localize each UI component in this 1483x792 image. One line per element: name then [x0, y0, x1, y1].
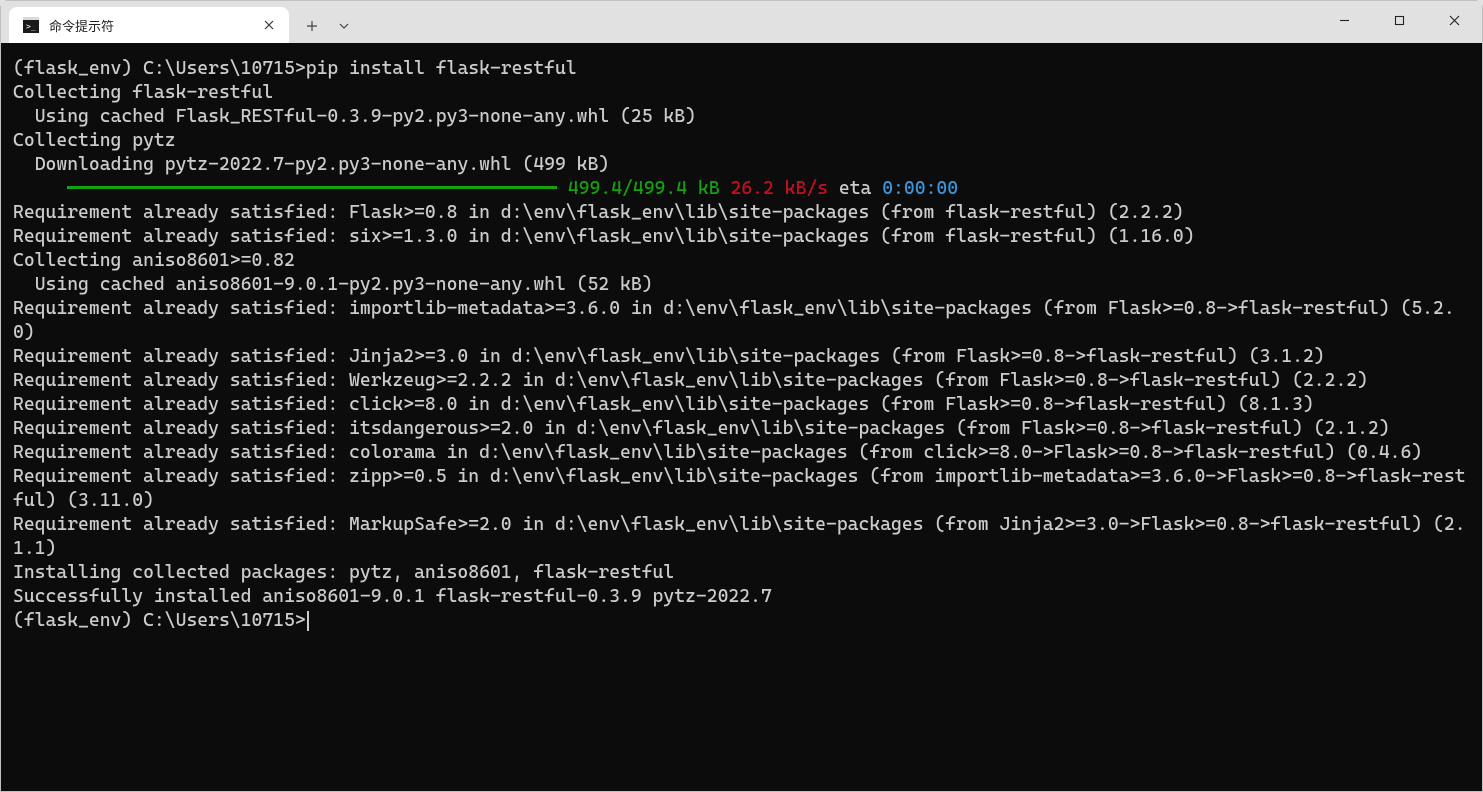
minimize-button[interactable]	[1317, 1, 1372, 39]
window-controls	[1317, 1, 1482, 43]
output-line: Requirement already satisfied: colorama …	[13, 441, 1472, 465]
title-bar[interactable]: >_ 命令提示符	[1, 1, 1482, 43]
app-window: >_ 命令提示符 (flask_env) C:\Users\10715>pip	[0, 0, 1483, 792]
output-line: Requirement already satisfied: importlib…	[13, 297, 1472, 345]
output-line: Using cached Flask_RESTful-0.3.9-py2.py3…	[13, 105, 1472, 129]
output-line: Collecting flask-restful	[13, 81, 1472, 105]
progress-eta-label: eta	[828, 178, 882, 199]
output-line: Installing collected packages: pytz, ani…	[13, 561, 1472, 585]
output-line: Requirement already satisfied: Werkzeug>…	[13, 369, 1472, 393]
terminal-body[interactable]: (flask_env) C:\Users\10715>pip install f…	[1, 43, 1482, 791]
output-line: Requirement already satisfied: Flask>=0.…	[13, 201, 1472, 225]
svg-text:>_: >_	[26, 22, 36, 31]
tab-close-button[interactable]	[261, 17, 277, 33]
prompt-prefix: (flask_env) C:\Users\10715>	[13, 610, 306, 631]
close-window-button[interactable]	[1427, 1, 1482, 39]
progress-bar-line: 499.4/499.4 kB 26.2 kB/s eta 0:00:00	[13, 177, 1472, 201]
output-line: Requirement already satisfied: six>=1.3.…	[13, 225, 1472, 249]
progress-size: 499.4/499.4 kB	[557, 178, 720, 199]
output-line: Requirement already satisfied: MarkupSaf…	[13, 513, 1472, 561]
prompt-command: pip install flask-restful	[306, 58, 577, 79]
tab-title: 命令提示符	[49, 16, 114, 35]
output-line: Successfully installed aniso8601-9.0.1 f…	[13, 585, 1472, 609]
prompt-line: (flask_env) C:\Users\10715>	[13, 609, 1472, 633]
prompt-line: (flask_env) C:\Users\10715>pip install f…	[13, 57, 1472, 81]
cursor-icon	[307, 611, 309, 631]
output-line: Requirement already satisfied: zipp>=0.5…	[13, 465, 1472, 513]
progress-bar-fill	[67, 186, 557, 189]
progress-eta-value: 0:00:00	[882, 178, 958, 199]
output-line: Requirement already satisfied: Jinja2>=3…	[13, 345, 1472, 369]
tab-active[interactable]: >_ 命令提示符	[9, 7, 289, 43]
cmd-icon: >_	[23, 17, 39, 33]
output-line: Requirement already satisfied: itsdanger…	[13, 417, 1472, 441]
output-line: Collecting aniso8601>=0.82	[13, 249, 1472, 273]
progress-speed: 26.2 kB/s	[720, 178, 828, 199]
output-line: Using cached aniso8601-9.0.1-py2.py3-non…	[13, 273, 1472, 297]
maximize-button[interactable]	[1372, 1, 1427, 39]
tab-dropdown-button[interactable]	[329, 9, 359, 43]
output-line: Requirement already satisfied: click>=8.…	[13, 393, 1472, 417]
output-line: Downloading pytz-2022.7-py2.py3-none-any…	[13, 153, 1472, 177]
output-line: Collecting pytz	[13, 129, 1472, 153]
prompt-prefix: (flask_env) C:\Users\10715>	[13, 58, 306, 79]
new-tab-button[interactable]	[295, 9, 329, 43]
